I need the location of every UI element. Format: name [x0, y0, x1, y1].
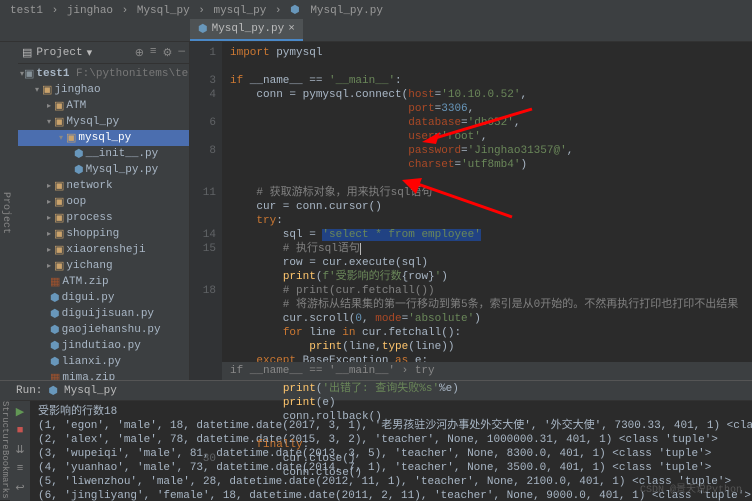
tree-file[interactable]: ⬢__init__.py [18, 146, 189, 162]
stop-icon[interactable]: ■ [17, 425, 24, 437]
editor-breadcrumb[interactable]: if __name__ == '__main__' › try [222, 362, 752, 380]
up-icon[interactable]: ≡ [17, 463, 24, 475]
tree-folder[interactable]: ▸▣xiaorensheji [18, 242, 189, 258]
tree-folder[interactable]: ▸▣network [18, 178, 189, 194]
gear-icon[interactable]: ⚙ [163, 46, 173, 60]
tree-folder[interactable]: ▾▣jinghao [18, 82, 189, 98]
sidebar-tab-project[interactable]: Project [0, 42, 18, 380]
project-panel: ▤ Project ▾ ⊕ ≡ ⚙ — ▾▣test1 F:\pythonite… [18, 42, 189, 380]
project-header: ▤ Project ▾ ⊕ ≡ ⚙ — [18, 42, 189, 64]
tab-mysql-py[interactable]: ⬢ Mysql_py.py × [190, 19, 303, 41]
tree-file[interactable]: ⬢digui.py [18, 290, 189, 306]
tree-folder[interactable]: ▸▣shopping [18, 226, 189, 242]
tree-file[interactable]: ▦ATM.zip [18, 274, 189, 290]
wrap-icon[interactable]: ↩ [15, 481, 24, 495]
tree-file[interactable]: ⬢lianxi.py [18, 354, 189, 370]
code-editor[interactable]: 1 34 6 8 11 1415 18 30 import pymysql if… [190, 42, 752, 380]
tree-file[interactable]: ⬢jindutiao.py [18, 338, 189, 354]
tree-folder[interactable]: ▸▣process [18, 210, 189, 226]
down-icon[interactable]: ⇊ [15, 443, 24, 457]
tree-folder[interactable]: ▸▣oop [18, 194, 189, 210]
crosshair-icon[interactable]: ⊕ [135, 46, 144, 60]
breadcrumb-bar: test1 › jinghao › Mysql_py › mysql_py › … [0, 0, 752, 20]
tree-folder[interactable]: ▸▣ATM [18, 98, 189, 114]
breadcrumb[interactable]: test1 › jinghao › Mysql_py › mysql_py › … [8, 3, 385, 17]
tree-folder[interactable]: ▸▣yichang [18, 258, 189, 274]
project-tree: ▾▣test1 F:\pythonitems\test1 ▾▣jinghao ▸… [18, 64, 189, 380]
rerun-icon[interactable]: ▶ [16, 405, 24, 419]
code-area[interactable]: import pymysql if __name__ == '__main__'… [222, 42, 752, 380]
watermark: CSDN @景天说Python [640, 480, 742, 496]
hide-icon[interactable]: — [178, 46, 185, 60]
chevron-down-icon[interactable]: ▤ [22, 46, 32, 60]
tree-folder[interactable]: ▾▣Mysql_py [18, 114, 189, 130]
tree-file[interactable]: ⬢diguijisuan.py [18, 306, 189, 322]
tree-root[interactable]: ▾▣test1 F:\pythonitems\test1 [18, 66, 189, 82]
run-toolbar: ▶ ■ ⇊ ≡ ↩ [10, 401, 30, 501]
python-file-icon: ⬢ [198, 22, 208, 36]
python-file-icon: ⬢ [48, 384, 58, 398]
sidebar-tab-bookmarks[interactable]: Bookmarks [0, 450, 10, 499]
expand-icon[interactable]: ≡ [150, 46, 157, 60]
editor-tabs: ⬢ Mysql_py.py × [0, 20, 752, 42]
tree-folder-selected[interactable]: ▾▣mysql_py [18, 130, 189, 146]
sidebar-tab-structure[interactable]: Structure [0, 401, 10, 450]
left-tool-strip: Structure Bookmarks [0, 381, 10, 500]
close-tab-icon[interactable]: × [288, 23, 295, 35]
tree-file[interactable]: ⬢Mysql_py.py [18, 162, 189, 178]
line-gutter: 1 34 6 8 11 1415 18 30 [190, 42, 222, 380]
tree-file[interactable]: ⬢gaojiehanshu.py [18, 322, 189, 338]
tree-file[interactable]: ▦mima.zip [18, 370, 189, 380]
